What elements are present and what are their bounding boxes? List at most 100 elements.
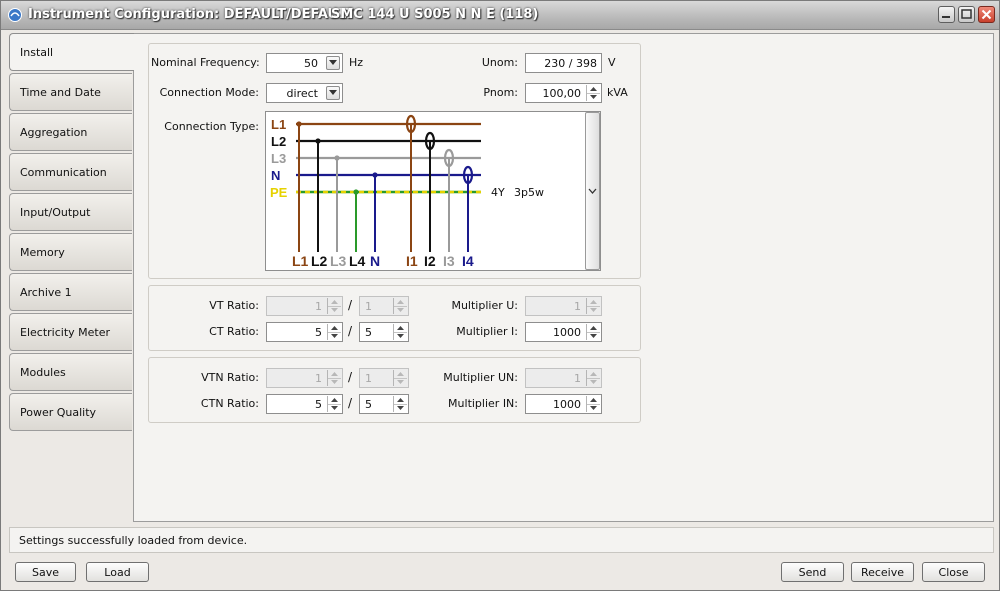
spin-down-button[interactable]	[587, 404, 600, 412]
ct-ratio-secondary-spinbox[interactable]: 5	[359, 322, 409, 342]
terminal-label-i3: I3	[443, 253, 455, 269]
ct-ratio-primary-value: 5	[315, 326, 322, 339]
tab-label: Electricity Meter	[20, 326, 110, 339]
ct-ratio-label: CT Ratio:	[209, 325, 259, 338]
multiplier-i-spinbox[interactable]: 1000	[525, 322, 602, 342]
minimize-button[interactable]	[938, 6, 955, 23]
multiplier-i-label: Multiplier I:	[456, 325, 518, 338]
status-bar: Settings successfully loaded from device…	[9, 527, 994, 553]
spinner	[586, 298, 600, 314]
chevron-down-icon	[588, 188, 597, 194]
nominal-frequency-label: Nominal Frequency:	[151, 56, 260, 69]
maximize-button[interactable]	[958, 6, 975, 23]
ct-ratio-secondary-value: 5	[365, 326, 372, 339]
connection-type-label: Connection Type:	[164, 120, 259, 133]
spinner	[586, 396, 600, 412]
load-button[interactable]: Load	[86, 562, 149, 582]
connection-mode-select[interactable]: direct	[266, 83, 343, 103]
tab-label: Input/Output	[20, 206, 91, 219]
terminal-label-l3: L3	[330, 253, 347, 269]
spinner	[586, 85, 600, 101]
close-button-label: Close	[938, 566, 969, 579]
title-bar[interactable]: Instrument Configuration: DEFAULT/DEFAUL…	[1, 1, 999, 30]
pnom-unit: kVA	[607, 86, 628, 99]
ctn-ratio-primary-value: 5	[315, 398, 322, 411]
vtn-ratio-secondary-value: 1	[365, 372, 372, 385]
nominal-frequency-select[interactable]: 50	[266, 53, 343, 73]
pnom-spinbox[interactable]: 100,00	[525, 83, 602, 103]
spin-down-button[interactable]	[328, 378, 341, 386]
tab-power-quality[interactable]: Power Quality	[9, 393, 132, 431]
unom-field[interactable]: 230 / 398	[525, 53, 602, 73]
tab-memory[interactable]: Memory	[9, 233, 132, 271]
app-logo-icon	[8, 8, 22, 22]
terminal-label-i2: I2	[424, 253, 436, 269]
tab-label: Power Quality	[20, 406, 97, 419]
spin-down-button[interactable]	[394, 306, 407, 314]
spinner	[393, 396, 407, 412]
spinner	[327, 396, 341, 412]
terminal-label-n: N	[370, 253, 380, 269]
connection-type-name: 3p5w	[514, 186, 544, 199]
tab-electricity-meter[interactable]: Electricity Meter	[9, 313, 132, 351]
spin-down-button[interactable]	[587, 93, 600, 101]
tab-label: Aggregation	[20, 126, 88, 139]
spin-down-button[interactable]	[394, 404, 407, 412]
pnom-label: Pnom:	[483, 86, 518, 99]
vtn-ratio-secondary-spinbox[interactable]: 1	[359, 368, 409, 388]
ctn-ratio-primary-spinbox[interactable]: 5	[266, 394, 343, 414]
nominal-frequency-unit: Hz	[349, 56, 364, 69]
terminal-label-i1: I1	[406, 253, 418, 269]
vt-ratio-secondary-spinbox[interactable]: 1	[359, 296, 409, 316]
ratio-separator: /	[348, 298, 353, 312]
send-button-label: Send	[798, 566, 827, 579]
instrument-configuration-window: Instrument Configuration: DEFAULT/DEFAUL…	[0, 0, 1000, 591]
device-title: SMC 144 U S005 N N E (118)	[331, 7, 539, 22]
connection-type-select[interactable]: L1 L2 L3 N PE L1 L2 L3 L4 N I1 I2 I3 I4 …	[265, 111, 601, 271]
spin-down-button[interactable]	[328, 306, 341, 314]
line-label-l1: L1	[271, 117, 286, 132]
nominal-frequency-value: 50	[304, 57, 318, 70]
close-window-button[interactable]	[978, 6, 995, 23]
multiplier-u-spinbox[interactable]: 1	[525, 296, 602, 316]
send-button[interactable]: Send	[781, 562, 844, 582]
terminal-label-l4: L4	[349, 253, 366, 269]
vt-ratio-primary-spinbox[interactable]: 1	[266, 296, 343, 316]
tab-time-and-date[interactable]: Time and Date	[9, 73, 132, 111]
tab-install[interactable]: Install	[9, 33, 134, 71]
tab-modules[interactable]: Modules	[9, 353, 132, 391]
spin-down-button[interactable]	[328, 404, 341, 412]
multiplier-in-spinbox[interactable]: 1000	[525, 394, 602, 414]
chevron-down-icon[interactable]	[326, 56, 340, 70]
tab-archive-1[interactable]: Archive 1	[9, 273, 132, 311]
connection-mode-value: direct	[286, 87, 318, 100]
receive-button[interactable]: Receive	[851, 562, 914, 582]
maximize-icon	[961, 9, 972, 19]
ct-ratio-primary-spinbox[interactable]: 5	[266, 322, 343, 342]
tab-communication[interactable]: Communication	[9, 153, 132, 191]
connection-type-dropdown-button[interactable]	[585, 112, 600, 270]
wiring-diagram: L1 L2 L3 N PE L1 L2 L3 L4 N I1 I2 I3 I4 …	[270, 114, 544, 269]
connection-mode-label: Connection Mode:	[159, 86, 259, 99]
ctn-ratio-secondary-spinbox[interactable]: 5	[359, 394, 409, 414]
vt-ratio-primary-value: 1	[315, 300, 322, 313]
unom-unit: V	[608, 56, 616, 69]
tab-input-output[interactable]: Input/Output	[9, 193, 132, 231]
spinner	[327, 370, 341, 386]
vtn-ratio-primary-spinbox[interactable]: 1	[266, 368, 343, 388]
ctn-ratio-secondary-value: 5	[365, 398, 372, 411]
line-label-l2: L2	[271, 134, 286, 149]
spin-down-button[interactable]	[587, 332, 600, 340]
spin-down-button[interactable]	[587, 378, 600, 386]
multiplier-un-spinbox[interactable]: 1	[525, 368, 602, 388]
spin-down-button[interactable]	[328, 332, 341, 340]
close-button[interactable]: Close	[922, 562, 985, 582]
tab-aggregation[interactable]: Aggregation	[9, 113, 132, 151]
chevron-down-icon[interactable]	[326, 86, 340, 100]
line-label-n: N	[271, 168, 280, 183]
spin-down-button[interactable]	[394, 378, 407, 386]
unom-value: 230 / 398	[544, 57, 597, 70]
spin-down-button[interactable]	[587, 306, 600, 314]
spin-down-button[interactable]	[394, 332, 407, 340]
save-button[interactable]: Save	[15, 562, 76, 582]
